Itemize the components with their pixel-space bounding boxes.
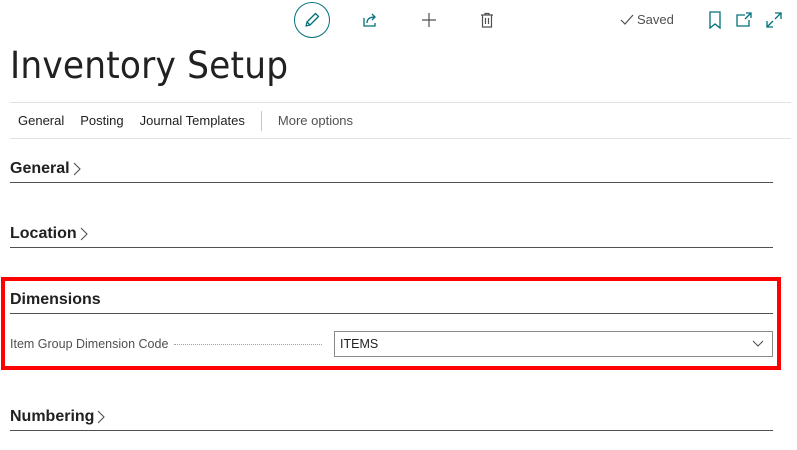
trash-icon: [481, 12, 493, 28]
section-numbering-title: Numbering: [10, 408, 95, 425]
share-button[interactable]: [359, 9, 381, 31]
section-dimensions-header[interactable]: Dimensions: [10, 287, 773, 313]
pencil-icon: [305, 12, 320, 27]
saved-label: Saved: [637, 12, 674, 27]
open-new-window-button[interactable]: [734, 10, 754, 30]
saved-status: Saved: [620, 12, 674, 27]
section-general-title: General: [10, 160, 70, 177]
edit-button[interactable]: [294, 2, 330, 38]
expand-button[interactable]: [764, 10, 784, 30]
field-leader-dots: [174, 343, 323, 345]
chevron-down-icon: [752, 340, 764, 347]
item-group-dimension-code-row: Item Group Dimension Code ITEMS: [10, 331, 773, 357]
more-options-button[interactable]: More options: [270, 113, 361, 128]
chevron-right-icon: [97, 410, 106, 424]
item-group-dimension-code-select[interactable]: ITEMS: [334, 331, 773, 357]
page-title: Inventory Setup: [10, 44, 289, 87]
section-dimensions-title: Dimensions: [10, 291, 101, 308]
section-location-title: Location: [10, 225, 77, 242]
tab-journal-templates[interactable]: Journal Templates: [132, 113, 253, 128]
section-general-header[interactable]: General: [10, 156, 773, 182]
share-icon: [363, 13, 376, 27]
action-toolbar: Saved: [0, 0, 797, 40]
section-numbering: Numbering: [10, 404, 773, 431]
page-navigation-bar: General Posting Journal Templates More o…: [10, 102, 791, 139]
chevron-right-icon: [73, 162, 81, 176]
bookmark-icon: [709, 11, 721, 29]
section-dimensions: Dimensions: [10, 287, 773, 314]
expand-icon: [766, 12, 782, 28]
tab-general[interactable]: General: [10, 113, 72, 128]
open-new-window-icon: [736, 12, 752, 27]
section-general: General: [10, 156, 773, 183]
plus-icon: [422, 13, 436, 27]
section-location: Location: [10, 221, 773, 248]
bookmark-button[interactable]: [706, 10, 724, 30]
section-numbering-header[interactable]: Numbering: [10, 404, 773, 430]
new-button[interactable]: [418, 9, 440, 31]
checkmark-icon: [620, 14, 634, 25]
tab-posting[interactable]: Posting: [72, 113, 131, 128]
item-group-dimension-code-value: ITEMS: [340, 337, 379, 351]
chevron-right-icon: [80, 227, 88, 241]
section-location-header[interactable]: Location: [10, 221, 773, 247]
delete-button[interactable]: [476, 9, 498, 31]
item-group-dimension-code-label: Item Group Dimension Code: [10, 337, 169, 351]
tab-divider: [260, 110, 262, 131]
